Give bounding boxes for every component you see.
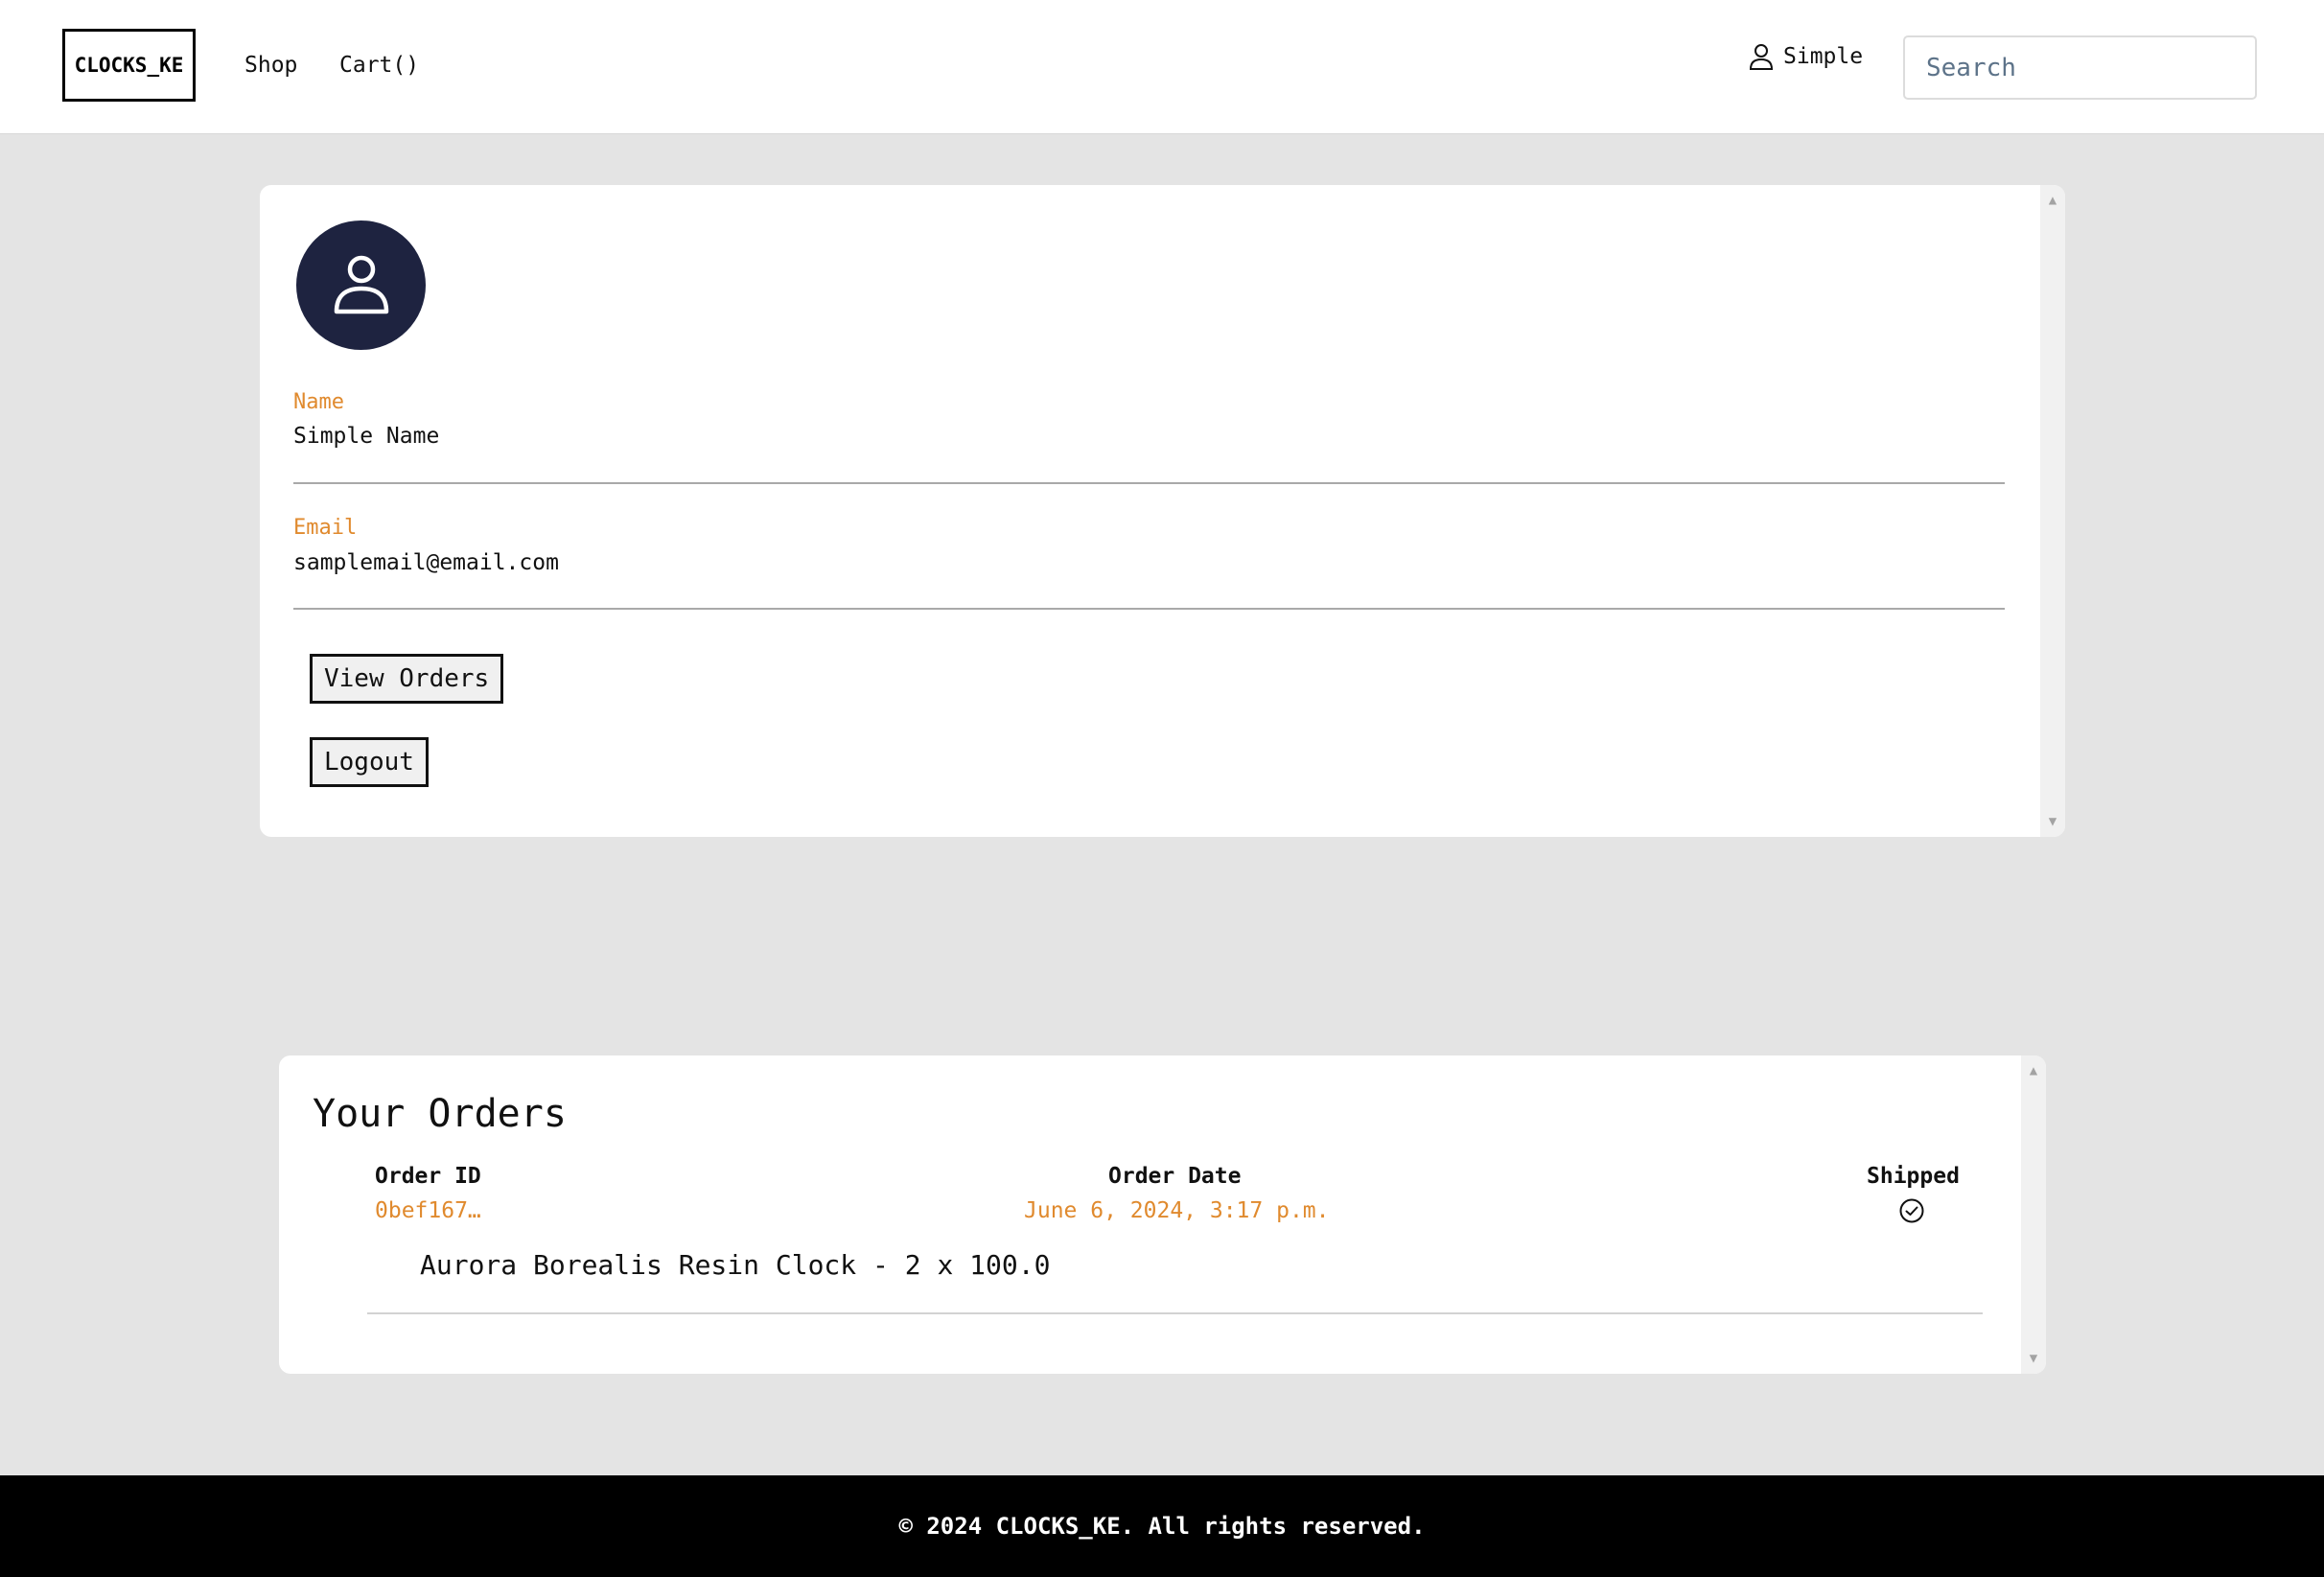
column-header-shipped: Shipped bbox=[1867, 1164, 1960, 1189]
email-label: Email bbox=[293, 516, 358, 540]
site-footer: © 2024 CLOCKS_KE. All rights reserved. bbox=[0, 1475, 2324, 1577]
scroll-down-icon[interactable]: ▼ bbox=[2021, 1347, 2046, 1370]
divider bbox=[293, 482, 2005, 484]
order-item: Aurora Borealis Resin Clock - 2 x 100.0 bbox=[420, 1249, 1051, 1281]
email-value: samplemail@email.com bbox=[293, 550, 559, 575]
avatar bbox=[296, 220, 426, 350]
scroll-up-icon[interactable]: ▲ bbox=[2021, 1059, 2046, 1082]
site-logo[interactable]: CLOCKS_KE bbox=[62, 29, 196, 102]
scroll-down-icon[interactable]: ▼ bbox=[2040, 810, 2065, 833]
user-name-label: Simple bbox=[1783, 44, 1864, 69]
orders-title: Your Orders bbox=[313, 1092, 567, 1136]
nav-shop-link[interactable]: Shop bbox=[244, 53, 297, 78]
order-id-link[interactable]: 0bef167… bbox=[375, 1198, 481, 1223]
column-header-order-id: Order ID bbox=[375, 1164, 481, 1189]
logout-button[interactable]: Logout bbox=[310, 737, 429, 787]
search-input[interactable] bbox=[1903, 35, 2257, 100]
view-orders-button[interactable]: View Orders bbox=[310, 654, 504, 704]
divider bbox=[293, 608, 2005, 610]
order-date: June 6, 2024, 3:17 p.m. bbox=[1024, 1198, 1330, 1223]
profile-card: Name Simple Name Email samplemail@email.… bbox=[260, 185, 2065, 837]
divider bbox=[367, 1312, 1983, 1314]
user-profile-link[interactable]: Simple bbox=[1749, 42, 1863, 71]
orders-scrollbar[interactable]: ▲ ▼ bbox=[2021, 1055, 2046, 1374]
user-icon bbox=[1749, 44, 1774, 70]
profile-scrollbar[interactable]: ▲ ▼ bbox=[2040, 185, 2065, 837]
footer-copyright: © 2024 CLOCKS_KE. All rights reserved. bbox=[898, 1513, 1426, 1540]
name-label: Name bbox=[293, 390, 344, 414]
column-header-order-date: Order Date bbox=[1108, 1164, 1242, 1189]
nav-cart-link[interactable]: Cart() bbox=[339, 53, 419, 78]
orders-card: Your Orders Order ID Order Date Shipped … bbox=[279, 1055, 2046, 1374]
site-header: CLOCKS_KE Shop Cart() Simple bbox=[0, 0, 2324, 134]
user-avatar-icon bbox=[334, 255, 388, 313]
scroll-up-icon[interactable]: ▲ bbox=[2040, 189, 2065, 212]
name-value: Simple Name bbox=[293, 424, 440, 449]
check-circle-icon bbox=[1899, 1198, 1924, 1223]
